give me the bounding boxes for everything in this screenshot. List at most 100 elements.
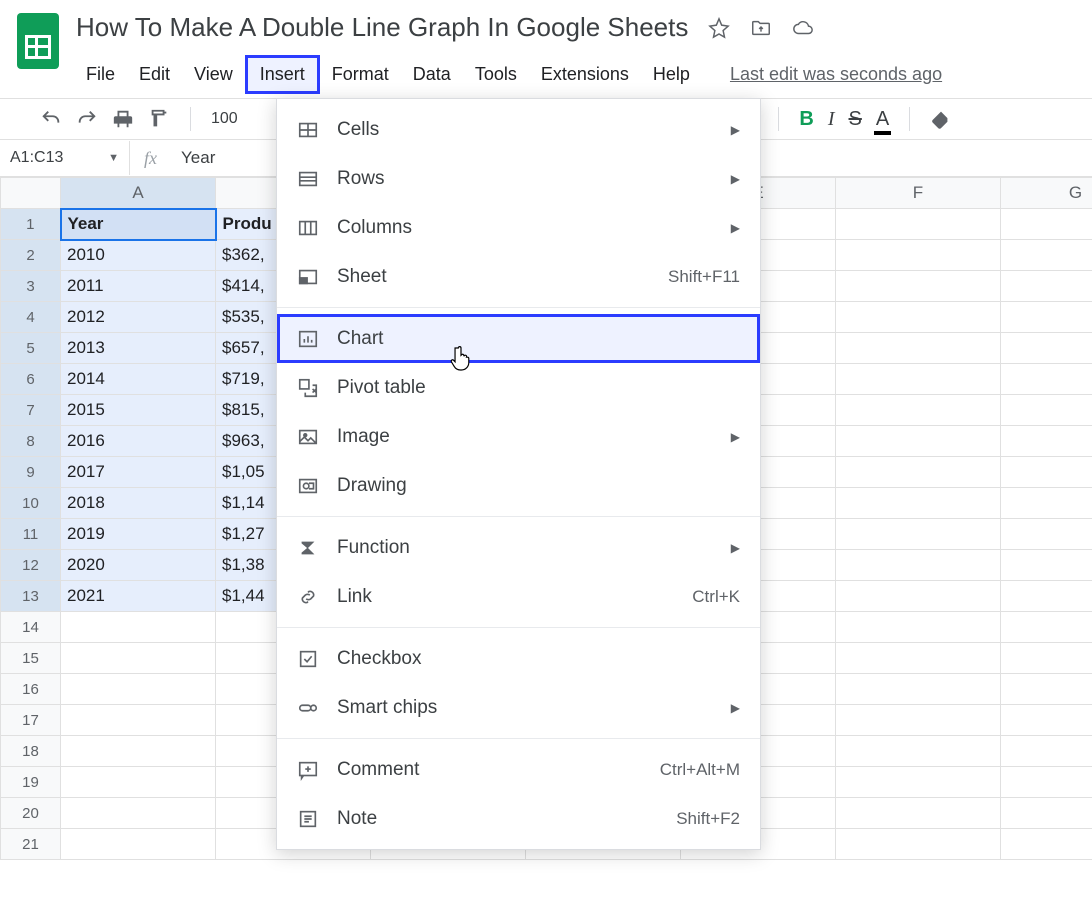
italic-button[interactable]: I [828,108,835,131]
menu-item-image[interactable]: Image▶ [277,412,760,461]
row-header[interactable]: 15 [1,643,61,674]
cell[interactable]: 2013 [61,333,216,364]
cloud-status-icon[interactable] [792,17,814,39]
cell[interactable] [836,705,1001,736]
cell[interactable] [1001,643,1092,674]
text-color-button[interactable]: A [876,108,889,131]
row-header[interactable]: 7 [1,395,61,426]
cell[interactable] [61,643,216,674]
menu-item-link[interactable]: LinkCtrl+K [277,572,760,621]
paint-format-icon[interactable] [148,108,170,130]
menu-help[interactable]: Help [641,58,702,91]
menu-item-smart-chips[interactable]: Smart chips▶ [277,683,760,732]
menu-item-comment[interactable]: CommentCtrl+Alt+M [277,745,760,794]
cell[interactable] [836,395,1001,426]
cell[interactable] [1001,674,1092,705]
cell[interactable] [836,364,1001,395]
row-header[interactable]: 9 [1,457,61,488]
cell[interactable] [1001,612,1092,643]
cell[interactable]: 2016 [61,426,216,457]
menu-item-checkbox[interactable]: Checkbox [277,634,760,683]
row-header[interactable]: 11 [1,519,61,550]
row-header[interactable]: 18 [1,736,61,767]
cell[interactable]: Year [61,209,216,240]
cell[interactable] [61,829,216,860]
menu-item-cells[interactable]: Cells▶ [277,105,760,154]
cell[interactable] [836,798,1001,829]
cell[interactable] [61,767,216,798]
cell[interactable] [1001,767,1092,798]
strikethrough-button[interactable]: S [849,108,862,131]
menu-item-sheet[interactable]: SheetShift+F11 [277,252,760,301]
cell[interactable] [1001,426,1092,457]
cell[interactable] [1001,395,1092,426]
cell[interactable] [61,674,216,705]
cell[interactable] [836,612,1001,643]
cell[interactable] [1001,333,1092,364]
cell[interactable] [1001,705,1092,736]
cell[interactable] [61,798,216,829]
menu-item-function[interactable]: Function▶ [277,523,760,572]
row-header[interactable]: 21 [1,829,61,860]
row-header[interactable]: 12 [1,550,61,581]
cell[interactable]: 2012 [61,302,216,333]
menu-insert[interactable]: Insert [245,55,320,94]
move-folder-icon[interactable] [750,17,772,39]
cell[interactable] [836,581,1001,612]
cell[interactable] [836,674,1001,705]
menu-tools[interactable]: Tools [463,58,529,91]
menu-view[interactable]: View [182,58,245,91]
cell[interactable] [836,333,1001,364]
menu-item-pivot-table[interactable]: Pivot table [277,363,760,412]
menu-item-columns[interactable]: Columns▶ [277,203,760,252]
cell[interactable] [836,457,1001,488]
star-icon[interactable] [708,17,730,39]
cell[interactable] [61,736,216,767]
cell[interactable]: 2020 [61,550,216,581]
menu-edit[interactable]: Edit [127,58,182,91]
select-all-cell[interactable] [1,178,61,209]
cell[interactable] [836,240,1001,271]
row-header[interactable]: 19 [1,767,61,798]
name-box[interactable]: A1:C13▼ [0,141,130,175]
cell[interactable]: 2015 [61,395,216,426]
cell[interactable] [1001,798,1092,829]
cell[interactable] [1001,302,1092,333]
menu-extensions[interactable]: Extensions [529,58,641,91]
cell[interactable] [836,829,1001,860]
row-header[interactable]: 17 [1,705,61,736]
last-edit-link[interactable]: Last edit was seconds ago [730,64,942,85]
column-header-a[interactable]: A [61,178,216,209]
row-header[interactable]: 5 [1,333,61,364]
row-header[interactable]: 8 [1,426,61,457]
column-header-g[interactable]: G [1001,178,1092,209]
cell[interactable] [1001,550,1092,581]
cell[interactable] [836,426,1001,457]
cell[interactable] [61,705,216,736]
cell[interactable]: 2011 [61,271,216,302]
row-header[interactable]: 2 [1,240,61,271]
cell[interactable] [1001,364,1092,395]
cell[interactable]: 2017 [61,457,216,488]
cell[interactable] [836,271,1001,302]
print-icon[interactable] [112,108,134,130]
cell[interactable] [836,209,1001,240]
cell[interactable] [836,643,1001,674]
cell[interactable] [1001,829,1092,860]
cell[interactable] [1001,240,1092,271]
menu-item-drawing[interactable]: Drawing [277,461,760,510]
cell[interactable] [1001,581,1092,612]
cell[interactable] [836,767,1001,798]
cell[interactable]: 2014 [61,364,216,395]
bold-button[interactable]: B [799,108,813,131]
cell[interactable] [1001,736,1092,767]
sheets-logo[interactable] [12,8,64,74]
cell[interactable] [836,550,1001,581]
cell[interactable] [1001,519,1092,550]
row-header[interactable]: 20 [1,798,61,829]
cell[interactable] [1001,271,1092,302]
cell[interactable] [61,612,216,643]
menu-item-rows[interactable]: Rows▶ [277,154,760,203]
document-title[interactable]: How To Make A Double Line Graph In Googl… [74,8,690,47]
cell[interactable]: 2018 [61,488,216,519]
